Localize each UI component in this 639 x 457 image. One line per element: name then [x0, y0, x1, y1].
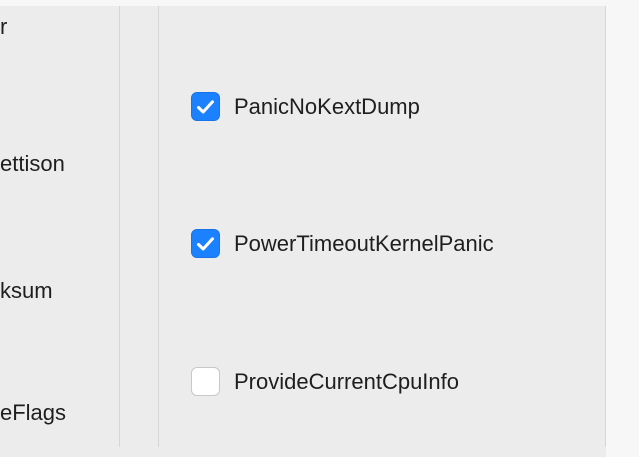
- left-column-label[interactable]: eFlags: [0, 400, 66, 426]
- column-divider-left: [119, 6, 120, 447]
- checkbox[interactable]: [191, 367, 220, 396]
- right-edge: [606, 0, 639, 457]
- option-label: PowerTimeoutKernelPanic: [234, 230, 494, 256]
- settings-panel: r ettison ksum eFlags PanicNoKextDump Po…: [0, 0, 639, 457]
- option-panic-no-kext-dump[interactable]: PanicNoKextDump: [191, 92, 420, 121]
- checkbox[interactable]: [191, 92, 220, 121]
- option-label: ProvideCurrentCpuInfo: [234, 368, 460, 394]
- option-label: PanicNoKextDump: [234, 93, 420, 119]
- checkmark-icon: [197, 99, 214, 113]
- top-strip: [0, 0, 639, 6]
- left-column-label[interactable]: r: [0, 14, 7, 40]
- option-power-timeout-kernel-panic[interactable]: PowerTimeoutKernelPanic: [191, 229, 494, 258]
- checkbox[interactable]: [191, 229, 220, 258]
- checkmark-icon: [197, 236, 214, 250]
- left-column-label[interactable]: ksum: [0, 278, 53, 304]
- left-column-label[interactable]: ettison: [0, 151, 65, 177]
- column-divider-middle: [158, 6, 159, 447]
- option-provide-current-cpu-info[interactable]: ProvideCurrentCpuInfo: [191, 367, 459, 396]
